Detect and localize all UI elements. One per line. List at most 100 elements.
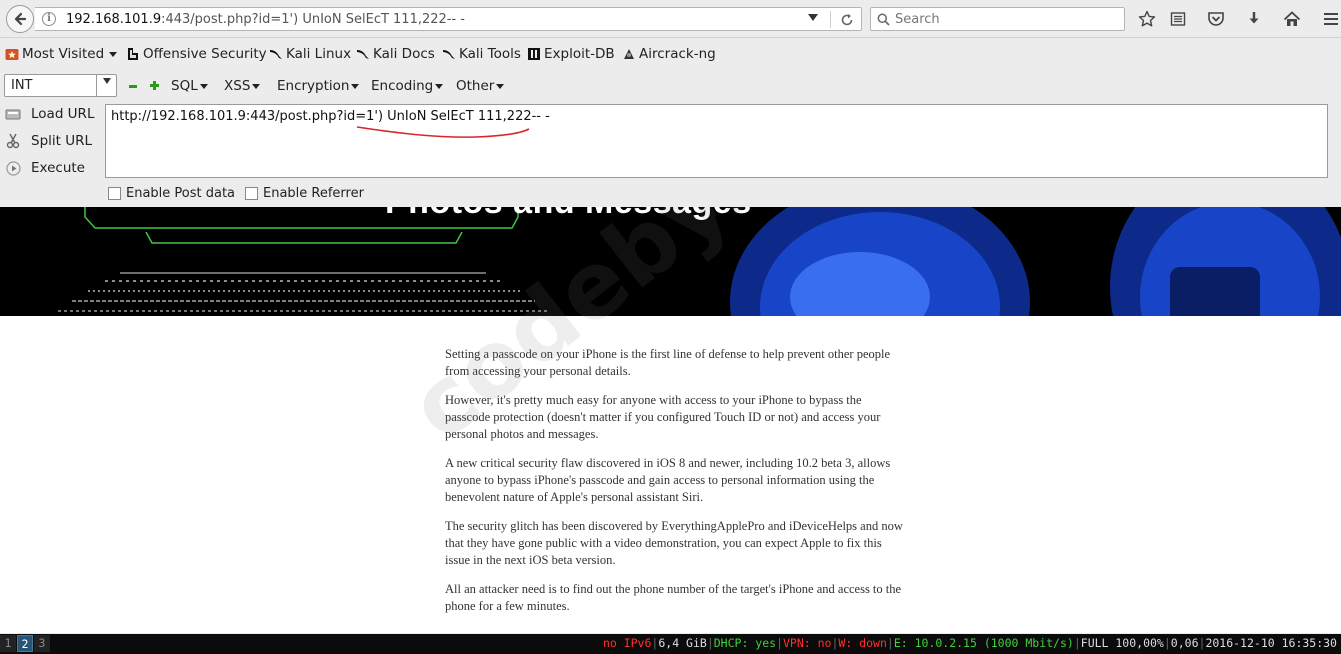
search-bar[interactable]: Search	[870, 7, 1125, 31]
article-paragraph: Setting a passcode on your iPhone is the…	[445, 347, 891, 378]
web-content: Photos and Messages Setting a passcode o…	[0, 207, 1341, 633]
article-paragraph: All an attacker need is to find out the …	[445, 582, 902, 613]
banner-illustration	[58, 207, 1341, 316]
battery-status: FULL 100,00%	[1080, 636, 1164, 650]
type-select-value: INT	[11, 78, 33, 93]
offsec-icon	[128, 48, 138, 60]
ethernet-status: E: 10.0.2.15 (1000 Mbit/s)	[893, 636, 1074, 650]
star-folder-icon	[5, 49, 19, 60]
bookmarks-toolbar: Most Visited Offensive Security Kali Lin…	[0, 41, 1341, 69]
back-button[interactable]	[6, 5, 34, 33]
menu-label: Encoding	[371, 78, 434, 94]
bookmark-exploit-db[interactable]: Exploit-DB	[527, 46, 615, 62]
bookmark-most-visited[interactable]: Most Visited	[5, 46, 118, 62]
workspace-1[interactable]: 1	[0, 635, 16, 652]
enable-referrer-checkbox[interactable]	[245, 187, 258, 200]
wireless-status: W: down	[838, 636, 887, 650]
url-history-dropdown-icon[interactable]	[808, 14, 818, 21]
menu-label: Other	[456, 78, 495, 94]
execute-button[interactable]: Execute	[5, 160, 85, 176]
search-icon	[877, 13, 890, 26]
ipv6-status: no IPv6	[602, 636, 652, 650]
menu-label: XSS	[224, 78, 251, 94]
url-host: 192.168.101.9	[66, 12, 162, 27]
system-status-bar: 1 2 3 no IPv6|6,4 GiB|DHCP: yes|VPN: no|…	[0, 634, 1341, 654]
menu-encoding[interactable]: Encoding	[371, 78, 444, 94]
hackbar-panel: Load URL Split URL Execute http://192.16…	[0, 102, 1341, 206]
enable-post-data-checkbox[interactable]	[108, 187, 121, 200]
bookmark-label: Most Visited	[22, 46, 105, 62]
menu-encryption[interactable]: Encryption	[277, 78, 360, 94]
menu-other[interactable]: Other	[456, 78, 505, 94]
load-url-icon	[5, 106, 21, 122]
load-url-button[interactable]: Load URL	[5, 106, 94, 122]
vpn-status: VPN: no	[783, 636, 832, 650]
exploitdb-icon	[528, 48, 540, 60]
menu-sql[interactable]: SQL	[171, 78, 208, 94]
bookmark-label: Aircrack-ng	[639, 46, 716, 62]
decrement-icon[interactable]	[129, 85, 137, 88]
bookmark-star-icon[interactable]	[1136, 9, 1158, 29]
url-bar[interactable]: i 192.168.101.9:443/post.php?id=1') UnIo…	[35, 7, 862, 31]
bookmark-label: Kali Docs	[373, 46, 435, 62]
url-separator	[830, 11, 831, 28]
url-textarea[interactable]: http://192.168.101.9:443/post.php?id=1')…	[105, 104, 1328, 178]
load-status: 0,06	[1170, 636, 1199, 650]
bookmark-label: Exploit-DB	[544, 46, 615, 62]
chevron-down-icon	[351, 83, 360, 89]
bookmark-kali-tools[interactable]: Kali Tools	[442, 46, 521, 62]
bookmark-kali-linux[interactable]: Kali Linux	[269, 46, 351, 62]
execute-label: Execute	[31, 160, 85, 176]
chevron-down-icon[interactable]	[96, 75, 116, 96]
chevron-down-icon	[199, 83, 208, 89]
hackbar-toolbar: INT SQL XSS Encryption Encoding Other	[0, 72, 1341, 100]
play-icon	[5, 160, 21, 176]
kali-dragon-icon	[270, 50, 282, 59]
downloads-icon[interactable]	[1243, 9, 1265, 29]
bookmark-aircrack-ng[interactable]: Aircrack-ng	[622, 46, 716, 62]
navigation-toolbar: i 192.168.101.9:443/post.php?id=1') UnIo…	[0, 0, 1341, 38]
article-paragraph: A new critical security flaw discovered …	[445, 456, 891, 504]
enable-post-data-option[interactable]: Enable Post data	[108, 186, 235, 201]
chevron-down-icon	[435, 83, 444, 89]
chevron-down-icon	[252, 83, 261, 89]
split-url-button[interactable]: Split URL	[5, 133, 92, 149]
site-info-icon[interactable]: i	[42, 12, 56, 26]
split-url-label: Split URL	[31, 133, 93, 149]
workspace-2[interactable]: 2	[17, 635, 33, 652]
article-paragraph: However, it's pretty much easy for anyon…	[445, 393, 881, 441]
article-body: Setting a passcode on your iPhone is the…	[445, 346, 905, 627]
menu-icon[interactable]	[1320, 9, 1341, 29]
reload-icon[interactable]	[837, 10, 857, 30]
bookmark-label: Kali Linux	[286, 46, 352, 62]
bookmark-offensive-security[interactable]: Offensive Security	[126, 46, 267, 62]
url-text[interactable]: 192.168.101.9:443/post.php?id=1') UnIoN …	[66, 12, 465, 27]
status-items: no IPv6|6,4 GiB|DHCP: yes|VPN: no|W: dow…	[602, 636, 1337, 650]
bookmark-kali-docs[interactable]: Kali Docs	[356, 46, 435, 62]
load-url-label: Load URL	[31, 106, 95, 122]
workspace-3[interactable]: 3	[34, 635, 50, 652]
browser-window: i 192.168.101.9:443/post.php?id=1') UnIo…	[0, 0, 1341, 654]
enable-referrer-option[interactable]: Enable Referrer	[245, 186, 364, 201]
back-arrow-icon	[14, 12, 27, 26]
article-banner: Photos and Messages	[0, 207, 1341, 316]
type-select[interactable]: INT	[4, 74, 117, 97]
home-icon[interactable]	[1281, 9, 1303, 29]
article-paragraph: The security glitch has been discovered …	[445, 519, 903, 567]
scissors-icon	[5, 133, 21, 149]
bookmark-label: Offensive Security	[143, 46, 267, 62]
url-path: :443/post.php?id=1') UnIoN SelEcT 111,22…	[161, 12, 465, 27]
enable-post-data-label: Enable Post data	[126, 186, 236, 201]
aircrack-icon	[624, 49, 634, 59]
memory-status: 6,4 GiB	[658, 636, 707, 650]
menu-label: SQL	[171, 78, 198, 94]
kali-dragon-icon	[443, 50, 455, 59]
increment-icon[interactable]	[150, 81, 159, 90]
menu-label: Encryption	[277, 78, 350, 94]
pocket-icon[interactable]	[1205, 9, 1227, 29]
search-placeholder: Search	[895, 12, 940, 27]
menu-xss[interactable]: XSS	[224, 78, 261, 94]
chevron-down-icon	[109, 51, 118, 57]
reading-list-icon[interactable]	[1167, 9, 1189, 29]
kali-dragon-icon	[357, 50, 369, 59]
